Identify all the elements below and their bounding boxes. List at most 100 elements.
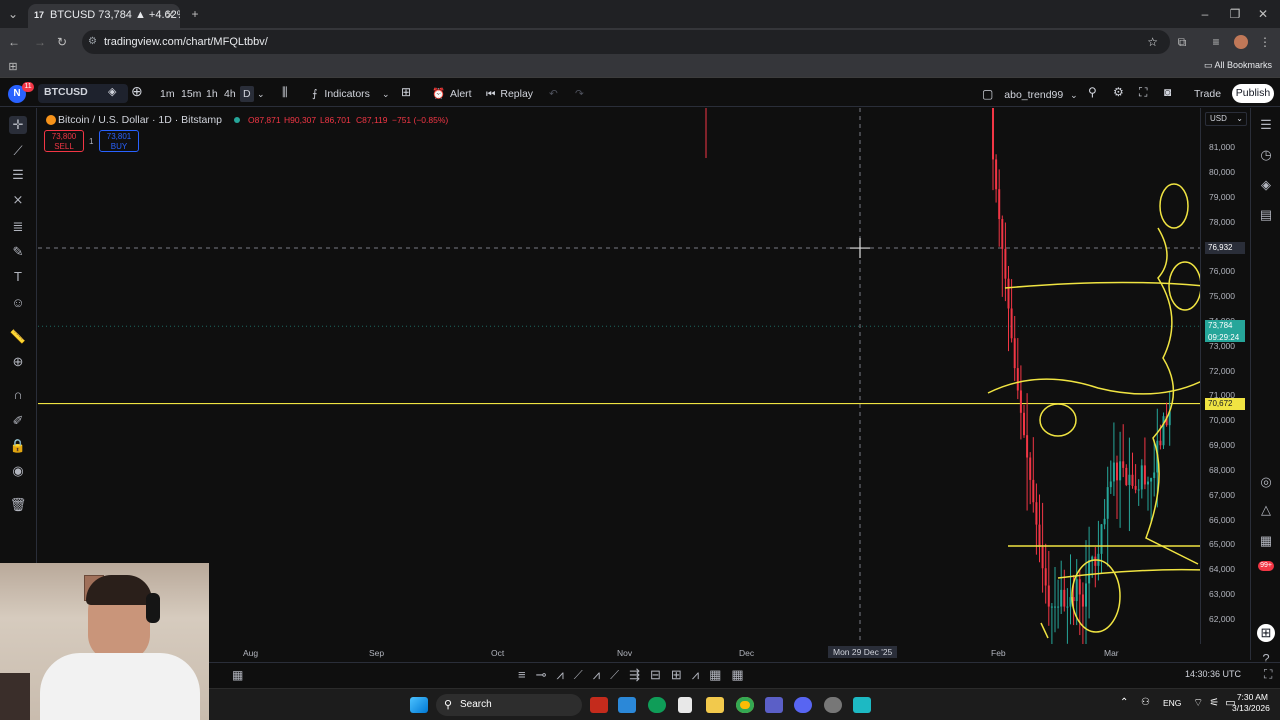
chart-pane[interactable]: Bitcoin / U.S. Dollar · 1D · Bitstamp O8… — [38, 108, 1200, 644]
date-range-icon[interactable]: ▦ — [232, 668, 243, 682]
profile-avatar[interactable] — [1234, 35, 1248, 49]
interval-15m[interactable]: 15m — [181, 86, 201, 102]
url-field[interactable]: ⚙ tradingview.com/chart/MFQLtbbv/ ☆ — [82, 30, 1170, 54]
candle-type-icon[interactable]: ⫼ — [282, 84, 288, 100]
drawing-tools-strip[interactable]: ≡⊸⩘⟋⩘⟋⇶⊟⊞⩘▦▦ — [518, 667, 754, 683]
app-icon-3[interactable] — [853, 697, 871, 713]
symbol-search[interactable]: BTCUSD ◈ — [38, 84, 128, 103]
emoji-tool-icon[interactable]: ☺ — [9, 294, 27, 312]
layers-icon[interactable]: ◈ — [1257, 176, 1275, 194]
interval-1m[interactable]: 1m — [160, 86, 175, 102]
tray-chevron-icon[interactable]: ⌃ — [1120, 697, 1128, 708]
minimize-icon[interactable]: – — [1198, 6, 1212, 22]
snapshot-camera-icon[interactable]: ◙ — [1164, 84, 1171, 100]
compare-add-icon[interactable]: ⊕ — [131, 83, 143, 99]
taskbar-search[interactable]: ⚲ Search — [436, 694, 582, 716]
chrome-icon[interactable] — [736, 697, 754, 713]
maximize-icon[interactable]: ❐ — [1228, 6, 1242, 22]
windows-start-icon[interactable] — [410, 697, 428, 713]
apps-icon[interactable]: ⊞ — [1257, 624, 1275, 642]
chat-icon[interactable]: ▤ — [1257, 206, 1275, 224]
text-tool-icon[interactable]: T — [9, 268, 27, 286]
currency-selector[interactable]: USD ⌄ — [1205, 112, 1247, 126]
teams-icon[interactable] — [765, 697, 783, 713]
trendline-tool-icon[interactable]: ⟋ — [9, 142, 27, 160]
close-tab-icon[interactable]: ✕ — [164, 7, 176, 23]
site-info-icon[interactable]: ⚙ — [88, 30, 97, 54]
interval-d[interactable]: D — [240, 86, 254, 102]
back-icon[interactable]: ← — [6, 34, 22, 50]
copilot-icon[interactable] — [618, 697, 636, 713]
buy-button[interactable]: 73,801 BUY — [99, 130, 139, 152]
app-icon-2[interactable] — [824, 697, 842, 713]
layout-selector[interactable]: ▢ abo_trend99 ⌄ — [982, 86, 1078, 103]
browser-menu-icon[interactable]: ⋮ — [1258, 34, 1272, 50]
replay-button[interactable]: ⏮ Replay — [486, 86, 533, 102]
candle-body — [1125, 467, 1128, 485]
price-plot[interactable] — [38, 108, 1200, 644]
file-explorer-icon[interactable] — [706, 697, 724, 713]
watchlist-icon[interactable]: ☰ — [1257, 116, 1275, 134]
fullscreen-toggle-icon[interactable]: ⛶ — [1264, 667, 1272, 682]
price-tick-label: 78,000 — [1209, 216, 1235, 227]
interval-1h[interactable]: 1h — [206, 86, 218, 102]
alert-icon: ⏰ — [432, 88, 446, 100]
quick-search-icon[interactable]: ⚲ — [1088, 84, 1097, 100]
ideas-icon[interactable]: △ — [1257, 501, 1275, 519]
ruler-tool-icon[interactable]: 📏 — [9, 328, 27, 346]
fib-tool-icon[interactable]: ☰ — [9, 166, 27, 184]
right-sidebar: ☰ ◷ ◈ ▤ ◎ △ ▦ 99+ ⊞ ? — [1250, 108, 1280, 666]
annotation-curve — [987, 378, 1200, 395]
discord-icon[interactable] — [794, 697, 812, 713]
undo-icon[interactable]: ↶ — [549, 86, 558, 102]
reading-list-icon[interactable]: ≡ — [1208, 34, 1224, 50]
all-bookmarks-button[interactable]: ▭ All Bookmarks — [1204, 60, 1272, 71]
redo-icon[interactable]: ↷ — [575, 86, 584, 102]
zoom-tool-icon[interactable]: ⊕ — [9, 353, 27, 371]
language-indicator[interactable]: ENG — [1163, 698, 1181, 708]
indicators-dropdown-icon[interactable]: ⌄ — [382, 86, 390, 102]
taskbar-clock[interactable]: 7:30 AM 3/13/2026 — [1232, 692, 1270, 714]
magnet-tool-icon[interactable]: ∩ — [9, 386, 27, 404]
templates-icon[interactable]: ⊞ — [401, 84, 411, 100]
interval-dropdown-icon[interactable]: ⌄ — [257, 86, 265, 102]
brush-tool-icon[interactable]: ✎ — [9, 243, 27, 261]
reload-icon[interactable]: ↻ — [54, 34, 70, 50]
forward-icon[interactable]: → — [32, 34, 48, 50]
tray-app-icon[interactable]: ⚇ — [1141, 697, 1150, 708]
replay-icon: ⏮ — [486, 88, 496, 100]
apps-grid-icon[interactable]: ⊞ — [6, 59, 20, 75]
file-icon[interactable] — [678, 697, 692, 713]
extensions-icon[interactable]: ⧉ — [1174, 34, 1190, 50]
hide-drawings-icon[interactable]: ◉ — [9, 462, 27, 480]
alert-button[interactable]: ⏰ Alert — [432, 86, 472, 102]
close-window-icon[interactable]: ✕ — [1256, 6, 1270, 22]
stay-drawing-icon[interactable]: ✐ — [9, 412, 27, 430]
fullscreen-icon[interactable]: ⛶ — [1139, 84, 1147, 100]
pattern-tool-icon[interactable]: ⨯ — [9, 191, 27, 209]
settings-gear-icon[interactable]: ⚙ — [1113, 84, 1124, 100]
candle-body — [1026, 435, 1029, 458]
browser-tab[interactable]: 17 BTCUSD 73,784 ▲ +4.62% abo... — [28, 4, 180, 28]
price-axis[interactable]: USD ⌄ 81,000 80,000 79,000 78,000 76,000 75,0… — [1200, 108, 1250, 644]
edge-icon[interactable] — [648, 697, 666, 713]
trash-icon[interactable]: 🗑 — [9, 496, 27, 514]
bookmark-star-icon[interactable]: ☆ — [1147, 30, 1158, 54]
currency-dropdown-icon: ⌄ — [1236, 114, 1243, 123]
forecast-tool-icon[interactable]: ≣ — [9, 218, 27, 236]
interval-4h[interactable]: 4h — [224, 86, 236, 102]
lock-drawings-icon[interactable]: 🔒 — [9, 437, 27, 455]
alerts-clock-icon[interactable]: ◷ — [1257, 146, 1275, 164]
target-icon[interactable]: ◎ — [1257, 473, 1275, 491]
new-tab-icon[interactable]: + — [188, 6, 202, 22]
calendar-icon[interactable]: ▦ — [1257, 532, 1275, 550]
tab-list-icon[interactable]: ⌄ — [6, 6, 20, 22]
publish-button[interactable]: Publish — [1232, 84, 1274, 103]
indicators-button[interactable]: ⨍ Indicators — [312, 86, 370, 102]
trade-button[interactable]: Trade — [1194, 86, 1221, 102]
crosshair-tool-icon[interactable]: ✛ — [9, 116, 27, 134]
symbol-options-icon[interactable]: ◈ — [108, 85, 116, 98]
candle-body — [1150, 478, 1153, 482]
sell-button[interactable]: 73,800 SELL — [44, 130, 84, 152]
app-icon-1[interactable] — [590, 697, 608, 713]
